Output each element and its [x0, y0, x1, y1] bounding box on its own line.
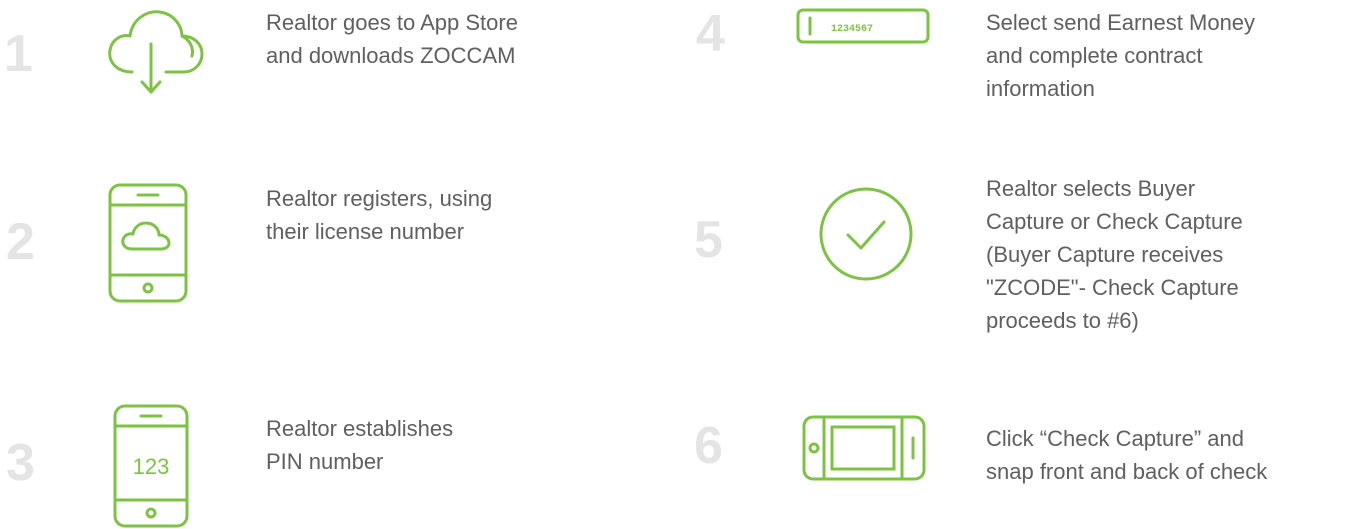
step-2-text: Realtor registers, using their license n… [266, 186, 493, 244]
step-5-number: 5 [694, 211, 723, 269]
step-3-text: Realtor establishes PIN number [266, 416, 454, 474]
step-4-text: Select send Earnest Money and complete c… [986, 10, 1256, 101]
pin-icon-digits: 123 [133, 454, 170, 479]
phone-cloud-icon [108, 183, 188, 303]
step-6-number: 6 [694, 417, 723, 475]
phone-pin-icon: 123 [113, 404, 189, 528]
step-1-number: 1 [4, 25, 33, 83]
check-icon-digits: 1234567 [831, 24, 873, 35]
check-number-icon: 1234567 [796, 8, 930, 44]
step-3-number: 3 [6, 434, 35, 492]
step-2-number: 2 [6, 213, 35, 271]
checkmark-circle-icon [818, 186, 914, 282]
step-6-text: Click “Check Capture” and snap front and… [986, 426, 1268, 484]
step-1-text: Realtor goes to App Store and downloads … [266, 10, 518, 68]
step-4-number: 4 [696, 5, 725, 63]
step-5-text: Realtor selects Buyer Capture or Check C… [986, 176, 1243, 333]
cloud-download-icon [104, 6, 204, 96]
phone-landscape-icon [802, 415, 926, 481]
